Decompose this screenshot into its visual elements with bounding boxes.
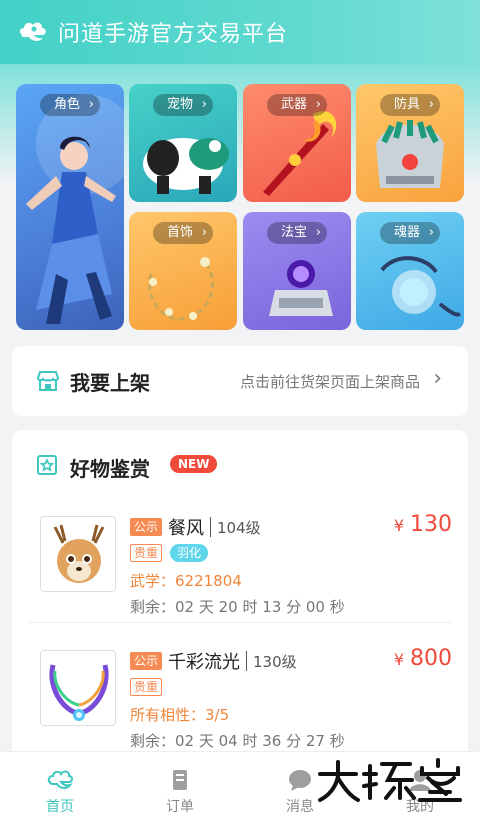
row-divider [28,622,452,623]
table-row[interactable]: 公示 千彩流光 130级 ¥800 贵重 所有相性：3/5 剩余：02 天 04… [28,634,452,764]
item-price: ¥130 [393,512,452,537]
remaining-time: 剩余：02 天 04 时 36 分 27 秒 [130,732,345,750]
item-attribute: 武学：6221804 [130,572,242,590]
category-jewelry-tile[interactable]: 首饰 › [129,212,237,330]
item-name: 餐风 [168,518,205,539]
order-icon [173,770,187,790]
item-level: 104级 [217,518,261,537]
cloud-logo-icon [19,22,46,41]
role-character-illustration [26,94,124,324]
home-icon [47,770,73,789]
status-badge: 公示 [130,518,163,536]
message-icon [289,770,311,791]
storefront-icon [36,371,60,391]
tab-label: 首页 [46,799,74,815]
category-weapon-tile[interactable]: 武器 › [243,84,351,202]
item-thumbnail-necklace [40,650,116,726]
item-name: 千彩流光 [168,652,241,673]
category-treasure-label: 法宝 › [266,222,328,244]
tab-orders[interactable]: 订单 [120,752,240,821]
list-item-shelf-card[interactable]: 我要上架 点击前往货架页面上架商品 › [12,346,468,416]
category-armor-tile[interactable]: 防具 › [356,84,464,202]
item-level: 130级 [253,652,297,671]
category-treasure-tile[interactable]: 法宝 › [243,212,351,330]
divider [246,651,248,671]
category-armor-label: 防具 › [379,94,441,116]
star-icon [37,455,57,475]
table-row[interactable]: 公示 餐风 104级 ¥130 贵重 羽化 武学：6221804 剩余：02 天… [28,500,452,630]
app-header: 问道手游官方交易平台 [0,0,480,64]
category-soul-label: 魂器 › [379,222,441,244]
shelf-hint: 点击前往货架页面上架商品 [239,373,420,391]
category-pet-label: 宠物 › [152,94,214,116]
divider [210,517,212,537]
category-jewelry-label: 首饰 › [152,222,214,244]
tab-label: 订单 [166,799,194,815]
new-badge: NEW [170,455,218,473]
category-pet-tile[interactable]: 宠物 › [129,84,237,202]
category-weapon-label: 武器 › [266,94,328,116]
precious-tag: 贵重 [130,544,163,562]
item-attribute: 所有相性：3/5 [130,706,230,724]
remaining-time: 剩余：02 天 20 时 13 分 00 秒 [130,598,345,616]
precious-tag: 贵重 [130,678,163,696]
item-thumbnail-deer [40,516,116,592]
app-title: 问道手游官方交易平台 [58,22,289,47]
category-role-label: 角色 › [39,94,101,116]
feather-tag: 羽化 [170,544,209,562]
category-role-tile[interactable]: 角色 › [16,84,124,330]
category-soul-tile[interactable]: 魂器 › [356,212,464,330]
status-badge: 公示 [130,652,163,670]
watermark-logo [318,758,462,802]
shelf-title: 我要上架 [70,371,150,395]
tab-home[interactable]: 首页 [0,752,120,821]
item-price: ¥800 [393,646,452,671]
chevron-right-icon: › [433,366,442,391]
goods-title: 好物鉴赏 [70,457,150,481]
